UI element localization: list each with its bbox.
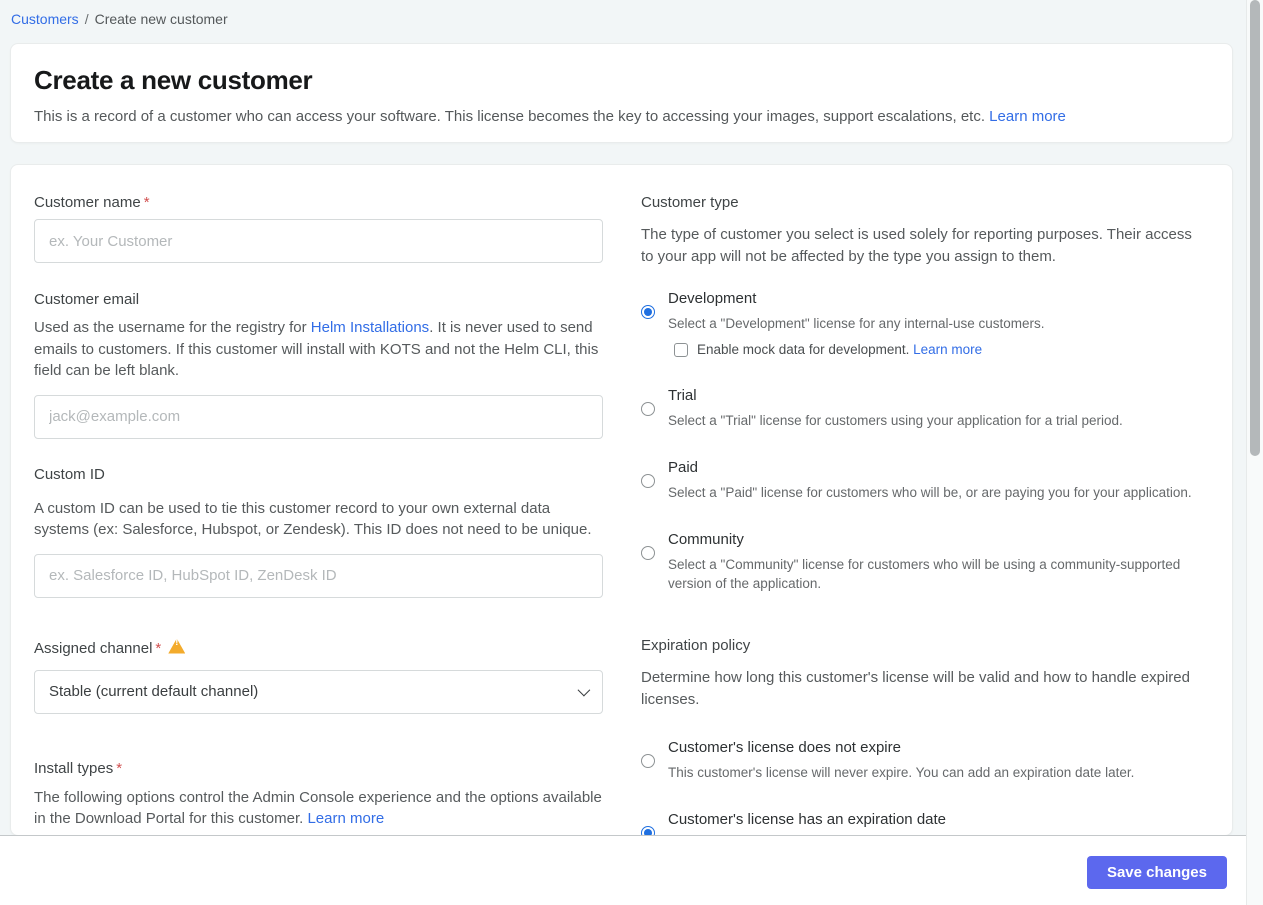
customer-type-option-paid: Paid Select a "Paid" license for custome… xyxy=(641,457,1195,502)
breadcrumb: Customers / Create new customer xyxy=(10,0,1233,43)
radio-community[interactable] xyxy=(641,546,655,560)
page-title: Create a new customer xyxy=(34,65,313,95)
option-description: Select a "Community" license for custome… xyxy=(668,557,1181,591)
mock-data-checkbox[interactable] xyxy=(674,342,688,357)
custom-id-description: A custom ID can be used to tie this cust… xyxy=(34,499,592,539)
custom-id-label: Custom ID xyxy=(34,465,105,483)
custom-id-input[interactable] xyxy=(34,553,603,598)
install-types-learn-more-link[interactable]: Learn more xyxy=(307,810,384,827)
expiration-policy-description: Determine how long this customer's licen… xyxy=(641,669,1190,708)
form-left-column: Customer name* Customer email Used as th… xyxy=(34,192,603,835)
radio-trial[interactable] xyxy=(641,402,655,416)
option-description: Select a "Paid" license for customers wh… xyxy=(668,485,1192,500)
option-description: Select a "Trial" license for customers u… xyxy=(668,413,1123,428)
customer-type-options: Development Select a "Development" licen… xyxy=(641,288,1195,593)
page-header-card: Create a new customer This is a record o… xyxy=(10,43,1233,143)
radio-license-does-not-expire[interactable] xyxy=(641,754,655,768)
form-right-column: Customer type The type of customer you s… xyxy=(641,192,1195,835)
radio-paid[interactable] xyxy=(641,474,655,488)
option-title: Trial xyxy=(668,387,697,404)
option-description: Select a "Development" license for any i… xyxy=(668,316,1045,331)
mock-data-checkbox-label: Enable mock data for development. Learn … xyxy=(697,342,983,357)
required-asterisk: * xyxy=(143,194,150,211)
customer-email-description: Used as the username for the registry fo… xyxy=(34,319,599,379)
scrollbar-thumb[interactable] xyxy=(1250,0,1260,456)
vertical-scrollbar[interactable] xyxy=(1246,0,1263,905)
save-changes-button[interactable]: Save changes xyxy=(1086,856,1227,889)
customer-type-description: The type of customer you select is used … xyxy=(641,226,1192,265)
customer-email-label: Customer email xyxy=(34,291,140,308)
expiration-option-has-expiration-date: Customer's license has an expiration dat… xyxy=(641,809,1195,835)
option-title: Customer's license has an expiration dat… xyxy=(668,811,947,828)
customer-name-label: Customer name * xyxy=(34,194,150,211)
header-learn-more-link[interactable]: Learn more xyxy=(989,108,1066,125)
mock-data-checkbox-row: Enable mock data for development. Learn … xyxy=(674,342,1195,357)
customer-name-input[interactable] xyxy=(34,219,603,263)
breadcrumb-customers-link[interactable]: Customers xyxy=(11,11,79,27)
action-footer: Save changes xyxy=(0,835,1263,905)
install-types-label: Install types * xyxy=(34,759,123,777)
breadcrumb-separator: / xyxy=(84,11,89,27)
option-description: This customer's license will never expir… xyxy=(668,765,1135,780)
radio-development[interactable] xyxy=(641,305,655,319)
option-title: Customer's license does not expire xyxy=(668,739,901,756)
option-title: Community xyxy=(668,531,744,548)
warning-icon xyxy=(168,638,186,654)
customer-form-card: Customer name* Customer email Used as th… xyxy=(10,164,1233,836)
page-content: Customers / Create new customer Create a n… xyxy=(0,0,1263,836)
expiration-option-does-not-expire: Customer's license does not expire This … xyxy=(641,737,1195,782)
customer-type-option-community: Community Select a "Community" license f… xyxy=(641,529,1195,593)
page-description: This is a record of a customer who can a… xyxy=(34,108,1066,125)
expiration-policy-options: Customer's license does not expire This … xyxy=(641,737,1195,835)
customer-email-input[interactable] xyxy=(34,394,603,439)
option-title: Paid xyxy=(668,459,699,476)
customer-type-heading: Customer type xyxy=(641,194,739,211)
mock-data-learn-more-link[interactable]: Learn more xyxy=(913,342,982,357)
expiration-policy-heading: Expiration policy xyxy=(641,637,751,654)
assigned-channel-label: Assigned channel * xyxy=(34,638,603,659)
required-asterisk: * xyxy=(116,759,123,777)
customer-type-option-trial: Trial Select a "Trial" license for custo… xyxy=(641,385,1195,430)
helm-installations-link[interactable]: Helm Installations xyxy=(311,319,429,336)
customer-type-option-development: Development Select a "Development" licen… xyxy=(641,288,1195,357)
breadcrumb-current: Create new customer xyxy=(94,11,228,27)
option-title: Development xyxy=(668,290,757,307)
install-types-description: The following options control the Admin … xyxy=(34,788,602,828)
required-asterisk: * xyxy=(155,639,162,657)
assigned-channel-select[interactable]: Stable (current default channel) xyxy=(34,669,603,714)
